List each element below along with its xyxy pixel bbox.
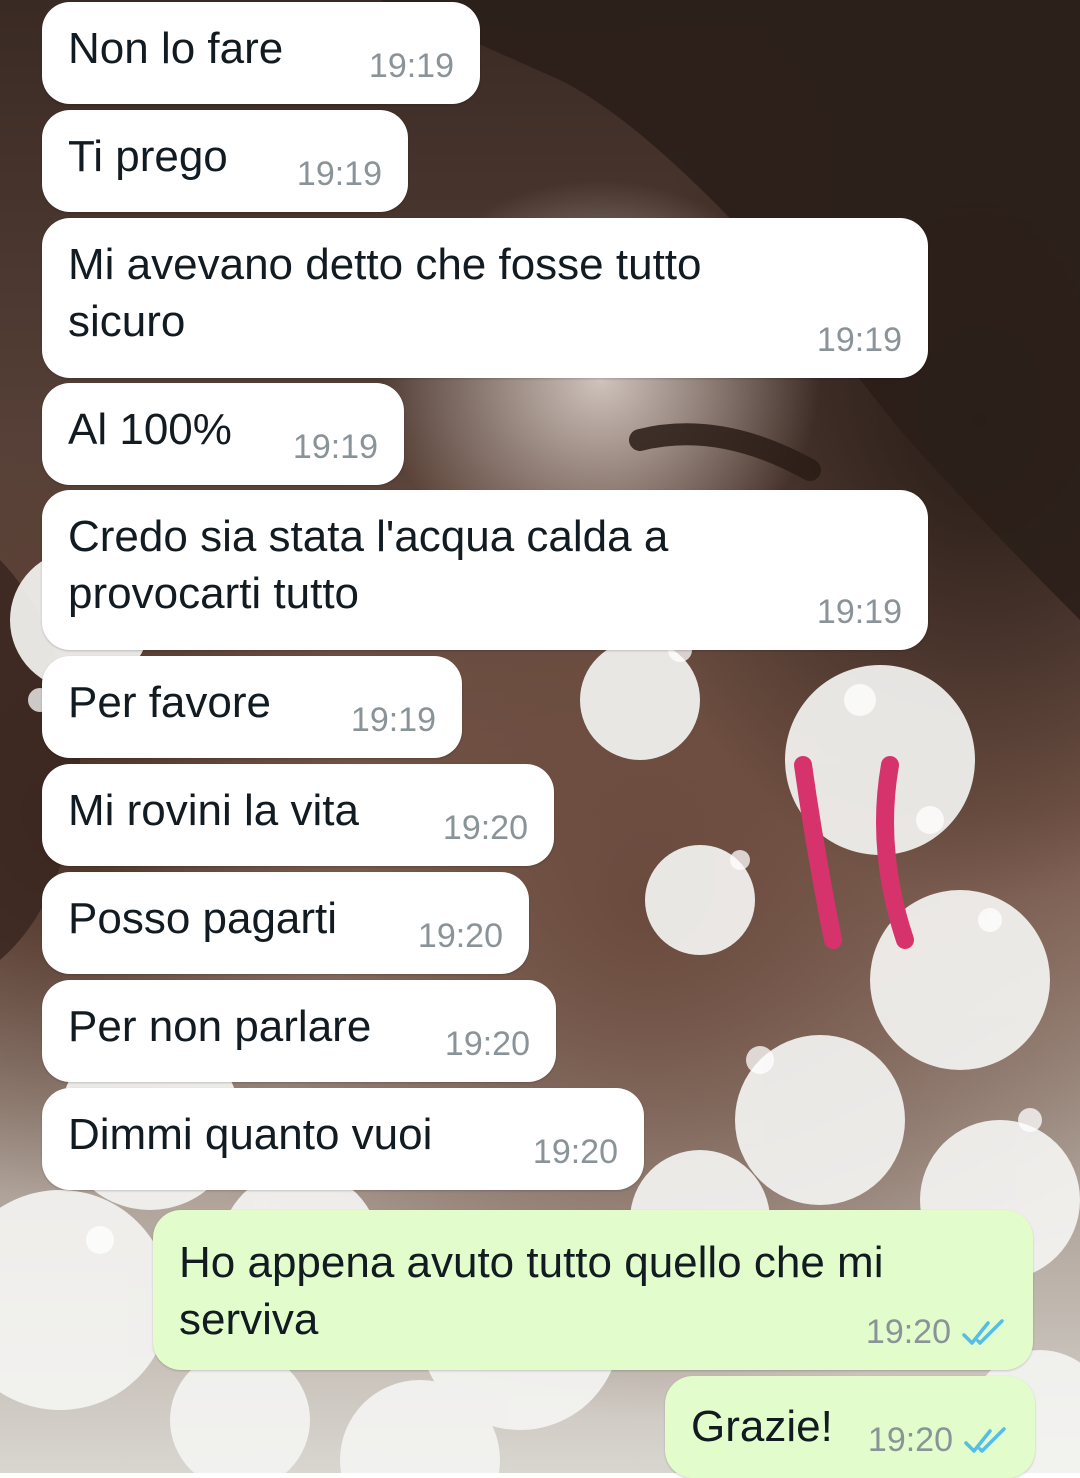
message-time: 19:19: [296, 155, 382, 193]
message-time: 19:20: [532, 1133, 618, 1171]
message-text: Ti prego: [68, 132, 228, 181]
double-check-icon: [964, 1426, 1006, 1453]
message-bubble-incoming[interactable]: Per non parlare 19:20: [42, 980, 556, 1082]
message-text: Al 100%: [68, 405, 232, 454]
message-time: 19:20: [442, 809, 528, 847]
message-text: Per non parlare: [68, 1002, 372, 1051]
message-bubble-incoming[interactable]: Dimmi quanto vuoi 19:20: [42, 1088, 644, 1190]
message-bubble-incoming[interactable]: Per favore 19:19: [42, 656, 462, 758]
message-bubble-incoming[interactable]: Mi avevano detto che fosse tutto sicuro …: [42, 218, 928, 378]
message-time: 19:20: [867, 1421, 953, 1459]
message-text: Dimmi quanto vuoi: [68, 1110, 433, 1159]
message-time: 19:19: [292, 428, 378, 466]
message-bubble-incoming[interactable]: Posso pagarti 19:20: [42, 872, 529, 974]
message-bubble-outgoing[interactable]: Grazie! 19:20: [665, 1376, 1035, 1478]
message-text: Non lo fare: [68, 24, 284, 73]
message-time: 19:19: [816, 321, 902, 359]
message-time: 19:20: [444, 1025, 530, 1063]
message-time: 19:20: [865, 1313, 951, 1351]
message-text: Grazie!: [691, 1402, 833, 1451]
message-text: Credo sia stata l'acqua calda a provocar…: [68, 512, 669, 618]
message-bubble-outgoing[interactable]: Ho appena avuto tutto quello che mi serv…: [153, 1210, 1033, 1370]
message-time: 19:19: [368, 47, 454, 85]
message-text: Ho appena avuto tutto quello che mi serv…: [179, 1238, 884, 1344]
message-bubble-incoming[interactable]: Non lo fare 19:19: [42, 2, 480, 104]
message-bubble-incoming[interactable]: Ti prego 19:19: [42, 110, 408, 212]
message-time: 19:19: [816, 593, 902, 631]
message-bubble-incoming[interactable]: Al 100% 19:19: [42, 383, 404, 485]
message-text: Per favore: [68, 678, 271, 727]
message-text: Mi avevano detto che fosse tutto sicuro: [68, 240, 702, 346]
double-check-icon: [962, 1318, 1004, 1345]
message-text: Mi rovini la vita: [68, 786, 359, 835]
message-time: 19:20: [417, 917, 503, 955]
message-text: Posso pagarti: [68, 894, 338, 943]
message-time: 19:19: [350, 701, 436, 739]
message-list[interactable]: Non lo fare 19:19 Ti prego 19:19 Mi avev…: [0, 0, 1080, 1478]
message-bubble-incoming[interactable]: Mi rovini la vita 19:20: [42, 764, 554, 866]
message-bubble-incoming[interactable]: Credo sia stata l'acqua calda a provocar…: [42, 490, 928, 650]
